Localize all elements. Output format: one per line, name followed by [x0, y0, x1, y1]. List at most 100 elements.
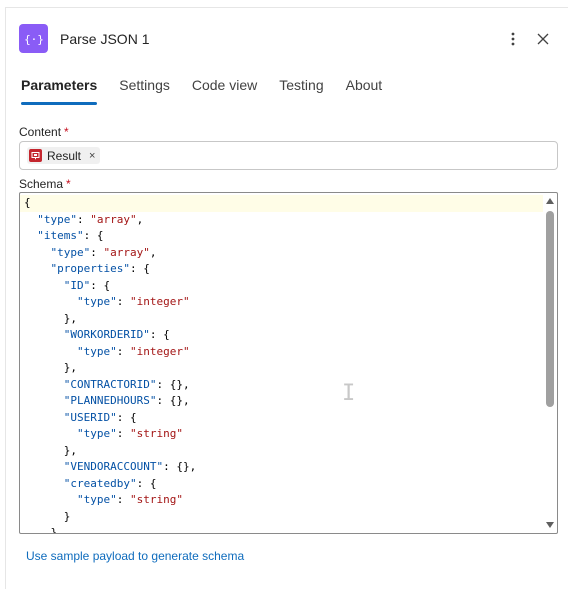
json-punct [24, 493, 77, 506]
json-punct [24, 262, 51, 275]
schema-label: Schema * [19, 177, 71, 191]
json-key: "VENDORACCOUNT" [63, 460, 164, 473]
json-punct: : { [116, 410, 137, 424]
parse-json-app-icon: {·} [19, 24, 48, 53]
code-line[interactable]: "CONTRACTORID": {}, [20, 377, 543, 394]
json-key: "createdby" [63, 476, 137, 490]
required-mark: * [66, 177, 71, 191]
code-line[interactable]: } [20, 525, 543, 533]
code-line[interactable]: } [20, 509, 543, 526]
scroll-down-icon[interactable] [546, 522, 554, 528]
json-punct: : {}, [163, 460, 197, 473]
scrollbar-thumb[interactable] [546, 211, 554, 407]
editor-scrollbar[interactable] [543, 193, 557, 533]
json-punct: : [116, 493, 130, 506]
json-string: "integer" [129, 344, 190, 358]
code-line[interactable]: "VENDORACCOUNT": {}, [20, 459, 543, 476]
json-punct [24, 229, 37, 242]
json-key: "type" [50, 245, 91, 259]
schema-label-text: Schema [19, 177, 64, 191]
panel-title: Parse JSON 1 [60, 31, 150, 47]
tab-parameters[interactable]: Parameters [21, 76, 98, 108]
code-line[interactable]: "type": "array", [20, 212, 543, 229]
panel-header: {·} Parse JSON 1 [19, 24, 558, 54]
json-punct [24, 427, 77, 440]
json-punct: }, [24, 443, 77, 457]
tab-testing[interactable]: Testing [279, 76, 323, 108]
code-line[interactable]: }, [20, 360, 543, 377]
schema-editor[interactable]: { "type": "array", "items": { "type": "a… [19, 192, 558, 534]
json-punct [24, 477, 64, 490]
json-key: "type" [76, 493, 117, 506]
json-key: "ID" [63, 278, 91, 292]
required-mark: * [64, 125, 69, 139]
json-punct: : {}, [156, 377, 190, 391]
json-punct [24, 394, 64, 407]
code-line[interactable]: "WORKORDERID": { [20, 327, 543, 344]
parse-json-panel: {·} Parse JSON 1 Parameters Settings Cod… [5, 7, 568, 589]
tab-settings[interactable]: Settings [119, 76, 170, 108]
code-line[interactable]: "type": "string" [20, 492, 543, 509]
json-string: "string" [129, 493, 183, 506]
text-cursor-icon: I [342, 381, 356, 406]
json-punct [24, 246, 51, 259]
code-line[interactable]: "type": "string" [20, 426, 543, 443]
tab-about[interactable]: About [346, 76, 383, 108]
json-punct [24, 279, 64, 292]
json-punct [24, 345, 77, 358]
json-key: "CONTRACTORID" [63, 377, 157, 391]
json-string: "string" [129, 427, 183, 440]
json-punct: : [116, 427, 130, 440]
content-input[interactable]: Result × [19, 141, 558, 170]
sample-payload-link[interactable]: Use sample payload to generate schema [26, 549, 244, 563]
json-key: "PLANNEDHOURS" [63, 394, 157, 407]
json-key: "USERID" [63, 410, 117, 424]
json-punct: : [77, 212, 91, 226]
json-punct [24, 411, 64, 424]
dataverse-icon [29, 149, 42, 162]
code-line[interactable]: "type": "integer" [20, 344, 543, 361]
json-punct: }, [24, 311, 77, 325]
code-line[interactable]: }, [20, 311, 543, 328]
json-punct [24, 460, 64, 473]
json-punct: : [116, 295, 130, 308]
result-token[interactable]: Result × [27, 147, 101, 164]
code-line[interactable]: }, [20, 443, 543, 460]
token-label: Result [47, 148, 82, 163]
json-punct: : { [149, 328, 170, 341]
json-key: "items" [37, 229, 84, 242]
json-punct: } [24, 509, 71, 523]
code-line[interactable]: "type": "array", [20, 245, 543, 262]
code-line[interactable]: "PLANNEDHOURS": {}, [20, 393, 543, 410]
tab-code-view[interactable]: Code view [192, 76, 257, 108]
json-punct: }, [24, 361, 77, 374]
json-string: "integer" [129, 295, 190, 308]
code-line[interactable]: "ID": { [20, 278, 543, 295]
code-line[interactable]: "USERID": { [20, 410, 543, 427]
json-key: "WORKORDERID" [63, 328, 150, 341]
schema-code[interactable]: { "type": "array", "items": { "type": "a… [20, 195, 543, 533]
json-punct [24, 213, 37, 226]
svg-text:{·}: {·} [25, 33, 43, 46]
json-punct: { [24, 196, 31, 209]
code-line[interactable]: "properties": { [20, 261, 543, 278]
content-label-text: Content [19, 125, 62, 139]
token-remove-icon[interactable]: × [89, 150, 95, 162]
json-key: "properties" [50, 262, 130, 275]
json-punct: : { [83, 229, 104, 242]
json-punct: : {}, [156, 394, 190, 407]
json-punct: : [90, 245, 104, 259]
json-punct [24, 328, 64, 341]
code-line[interactable]: { [20, 195, 543, 212]
tab-bar: Parameters Settings Code view Testing Ab… [21, 76, 404, 108]
json-key: "type" [76, 344, 117, 358]
close-icon[interactable] [533, 28, 553, 50]
code-line[interactable]: "items": { [20, 228, 543, 245]
json-string: "array" [90, 212, 137, 226]
scroll-up-icon[interactable] [546, 198, 554, 204]
code-line[interactable]: "createdby": { [20, 476, 543, 493]
json-punct: , [149, 245, 157, 259]
more-options-icon[interactable] [503, 28, 523, 50]
json-punct: : [116, 344, 130, 358]
code-line[interactable]: "type": "integer" [20, 294, 543, 311]
